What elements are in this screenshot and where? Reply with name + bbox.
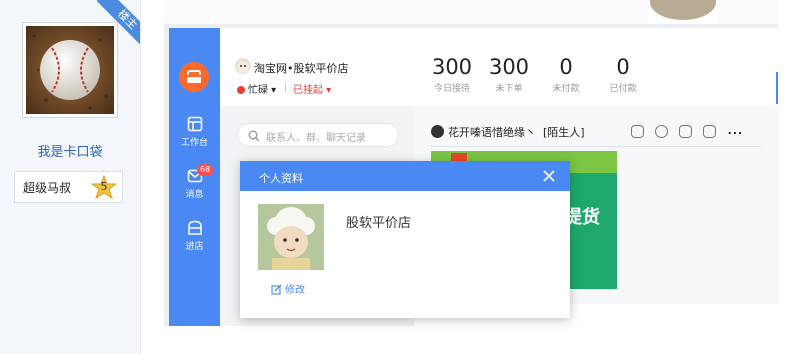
- hang-status-dropdown[interactable]: 已挂起 ▾: [293, 81, 331, 96]
- video-icon[interactable]: [703, 125, 716, 138]
- store-icon: [187, 220, 202, 235]
- stranger-tag: [陌生人]: [543, 126, 585, 139]
- search-placeholder: 联系人、群、聊天记录: [266, 133, 366, 144]
- nav-store[interactable]: 进店: [169, 220, 220, 252]
- sheep-avatar-image: [258, 204, 324, 270]
- edit-profile-link[interactable]: 修改: [271, 281, 305, 296]
- app-logo-icon: [179, 62, 209, 92]
- cropped-image-edge: [648, 0, 718, 24]
- contact-search-input[interactable]: 联系人、群、聊天记录: [237, 123, 399, 147]
- level-star-icon: 5: [90, 174, 118, 201]
- stat-paid[interactable]: 0 已付款: [593, 54, 653, 94]
- more-icon[interactable]: ⋯: [727, 123, 743, 142]
- status-divider: [285, 82, 286, 92]
- contact-avatar-icon: [431, 125, 444, 138]
- stat-unpaid[interactable]: 0 未付款: [536, 54, 596, 94]
- nav-messages[interactable]: 68 消息: [169, 164, 220, 200]
- stat-label: 今日接待: [433, 84, 470, 94]
- chat-bubble-icon[interactable]: [631, 125, 644, 138]
- stat-label: 未付款: [552, 84, 580, 94]
- embedded-screenshot: 工作台 68 消息 进店 淘宝网•股软平价店 忙碌 ▾ 已挂起 ▾ 300 今日…: [164, 0, 778, 326]
- baseball-avatar-image: [26, 26, 114, 114]
- profile-dialog-header: 个人资料: [240, 161, 570, 191]
- stat-value: 300: [488, 55, 530, 79]
- search-icon: [248, 130, 260, 142]
- chat-contact-header[interactable]: 花开嗪语惜绝缘丶 [陌生人]: [431, 124, 585, 140]
- stat-value: 300: [431, 55, 473, 79]
- stat-today-received[interactable]: 300 今日接待: [422, 54, 482, 94]
- stat-not-ordered[interactable]: 300 未下单: [479, 54, 539, 94]
- username-link[interactable]: 我是卡口袋: [0, 141, 140, 160]
- shop-name: 淘宝网•股软平价店: [254, 62, 349, 75]
- profile-name: 股软平价店: [346, 216, 412, 231]
- chat-header-divider: [431, 146, 761, 147]
- close-icon[interactable]: [542, 169, 556, 183]
- user-profile-icon[interactable]: [655, 125, 668, 138]
- profile-dialog: 个人资料 股软平价店 修改: [240, 161, 570, 318]
- shop-avatar[interactable]: [235, 58, 251, 74]
- stat-label: 未下单: [495, 84, 523, 94]
- checklist-icon[interactable]: [679, 125, 692, 138]
- nav-store-label: 进店: [185, 242, 204, 252]
- status-hung-label: 已挂起: [293, 85, 323, 96]
- chat-contact-name: 花开嗪语惜绝缘丶: [448, 126, 536, 139]
- nav-workbench-label: 工作台: [180, 138, 208, 148]
- message-count-badge: 68: [197, 164, 214, 176]
- stat-value: 0: [559, 55, 573, 79]
- app-sidebar: 工作台 68 消息 进店: [169, 28, 220, 326]
- nav-workbench[interactable]: 工作台: [169, 116, 220, 148]
- header-edge-accent: [776, 72, 778, 104]
- author-panel: 楼主 我是卡口袋 超级马叔 5: [0, 0, 141, 354]
- edit-icon: [271, 284, 282, 295]
- status-busy-label: 忙碌: [248, 85, 268, 96]
- busy-status-icon: [237, 86, 245, 94]
- profile-avatar[interactable]: [258, 204, 324, 270]
- level-name: 超级马叔: [23, 181, 72, 195]
- nav-messages-label: 消息: [185, 190, 204, 200]
- user-avatar[interactable]: [22, 22, 118, 118]
- edit-label: 修改: [285, 285, 305, 296]
- status-selector[interactable]: 忙碌 ▾ 已挂起 ▾: [237, 81, 331, 96]
- shop-header: 淘宝网•股软平价店 忙碌 ▾ 已挂起 ▾ 300 今日接待 300 未下单 0 …: [220, 28, 778, 107]
- profile-dialog-title: 个人资料: [259, 172, 303, 185]
- stat-label: 已付款: [609, 84, 637, 94]
- level-number: 5: [100, 180, 108, 193]
- chat-toolbar: ⋯: [631, 123, 751, 142]
- stat-value: 0: [616, 55, 630, 79]
- user-level-badge[interactable]: 超级马叔 5: [14, 171, 123, 203]
- workbench-icon: [187, 116, 202, 132]
- screenshot-top-strip: [164, 0, 778, 24]
